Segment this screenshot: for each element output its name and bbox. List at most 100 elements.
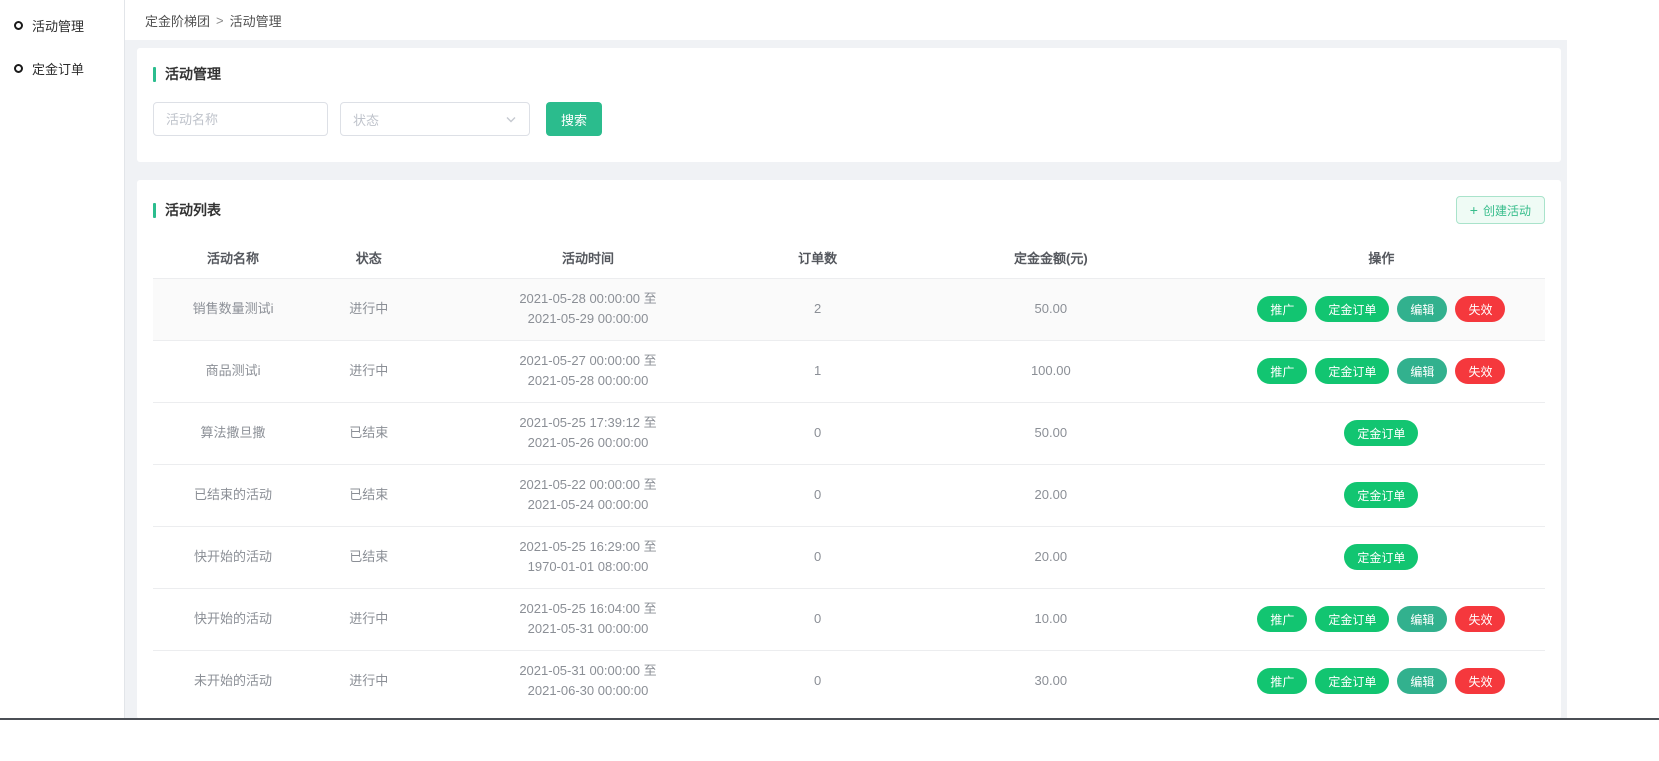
activity-time-cell: 2021-05-28 00:00:00 至2021-05-29 00:00:00 bbox=[424, 278, 751, 340]
order-count-cell: 0 bbox=[752, 526, 884, 588]
invalidate-button[interactable]: 失效 bbox=[1455, 358, 1505, 384]
deposit-amount-cell: 20.00 bbox=[884, 464, 1218, 526]
table-header-row: 活动名称状态活动时间订单数定金金额(元)操作 bbox=[153, 238, 1545, 278]
invalidate-button[interactable]: 失效 bbox=[1455, 296, 1505, 322]
column-header: 状态 bbox=[313, 238, 424, 278]
search-form: 状态 搜索 bbox=[153, 102, 1545, 136]
table-row: 算法撒旦撒已结束2021-05-25 17:39:12 至2021-05-26 … bbox=[153, 402, 1545, 464]
invalidate-button[interactable]: 失效 bbox=[1455, 606, 1505, 632]
activity-list-title: 活动列表 bbox=[153, 200, 221, 220]
deposit-orders-button[interactable]: 定金订单 bbox=[1315, 358, 1389, 384]
activity-time-cell: 2021-05-31 00:00:00 至2021-06-30 00:00:00 bbox=[424, 650, 751, 712]
activity-list-header: 活动列表 + 创建活动 bbox=[153, 196, 1545, 224]
column-header: 定金金额(元) bbox=[884, 238, 1218, 278]
actions-cell: 定金订单 bbox=[1218, 464, 1545, 526]
table-row: 快开始的活动进行中2021-05-25 16:04:00 至2021-05-31… bbox=[153, 588, 1545, 650]
circle-icon bbox=[14, 64, 23, 73]
column-header: 活动名称 bbox=[153, 238, 313, 278]
status-cell: 已结束 bbox=[313, 464, 424, 526]
activity-name-cell: 商品测试i bbox=[153, 340, 313, 402]
activity-time-cell: 2021-05-22 00:00:00 至2021-05-24 00:00:00 bbox=[424, 464, 751, 526]
breadcrumb-parent[interactable]: 定金阶梯团 bbox=[145, 11, 210, 30]
status-cell: 进行中 bbox=[313, 588, 424, 650]
deposit-orders-button[interactable]: 定金订单 bbox=[1315, 296, 1389, 322]
activity-name-cell: 快开始的活动 bbox=[153, 526, 313, 588]
status-select[interactable]: 状态 bbox=[340, 102, 530, 136]
edit-button[interactable]: 编辑 bbox=[1397, 668, 1447, 694]
edit-button[interactable]: 编辑 bbox=[1397, 606, 1447, 632]
search-button[interactable]: 搜索 bbox=[546, 102, 602, 136]
deposit-amount-cell: 20.00 bbox=[884, 526, 1218, 588]
breadcrumb: 定金阶梯团 > 活动管理 bbox=[125, 0, 1567, 40]
sidebar: 活动管理 定金订单 bbox=[0, 0, 125, 719]
plus-icon: + bbox=[1470, 203, 1478, 217]
deposit-amount-cell: 30.00 bbox=[884, 650, 1218, 712]
actions-cell: 推广定金订单编辑失效 bbox=[1218, 650, 1545, 712]
order-count-cell: 0 bbox=[752, 402, 884, 464]
deposit-orders-button[interactable]: 定金订单 bbox=[1315, 606, 1389, 632]
breadcrumb-current: 活动管理 bbox=[230, 11, 282, 30]
deposit-orders-button[interactable]: 定金订单 bbox=[1344, 420, 1418, 446]
status-cell: 进行中 bbox=[313, 650, 424, 712]
search-panel: 活动管理 状态 搜索 bbox=[137, 48, 1561, 162]
actions-cell: 推广定金订单编辑失效 bbox=[1218, 278, 1545, 340]
deposit-orders-button[interactable]: 定金订单 bbox=[1344, 544, 1418, 570]
activity-time-cell: 2021-05-25 16:04:00 至2021-05-31 00:00:00 bbox=[424, 588, 751, 650]
deposit-amount-cell: 50.00 bbox=[884, 402, 1218, 464]
sidebar-item-label: 定金订单 bbox=[32, 59, 84, 78]
chevron-down-icon bbox=[505, 113, 517, 125]
create-activity-button[interactable]: + 创建活动 bbox=[1456, 196, 1545, 224]
activity-name-cell: 未开始的活动 bbox=[153, 650, 313, 712]
title-accent-bar bbox=[153, 67, 156, 82]
activity-name-cell: 快开始的活动 bbox=[153, 588, 313, 650]
activity-time-cell: 2021-05-25 17:39:12 至2021-05-26 00:00:00 bbox=[424, 402, 751, 464]
actions-cell: 推广定金订单编辑失效 bbox=[1218, 588, 1545, 650]
deposit-orders-button[interactable]: 定金订单 bbox=[1315, 668, 1389, 694]
status-select-placeholder: 状态 bbox=[353, 110, 379, 129]
order-count-cell: 1 bbox=[752, 340, 884, 402]
activity-name-cell: 已结束的活动 bbox=[153, 464, 313, 526]
activity-list-panel: 活动列表 + 创建活动 活动名称状态活动时间订单数定金金额(元)操作 销售数量测… bbox=[137, 180, 1561, 719]
promote-button[interactable]: 推广 bbox=[1257, 358, 1307, 384]
status-cell: 已结束 bbox=[313, 402, 424, 464]
actions-cell: 定金订单 bbox=[1218, 526, 1545, 588]
order-count-cell: 0 bbox=[752, 588, 884, 650]
table-row: 销售数量测试i进行中2021-05-28 00:00:00 至2021-05-2… bbox=[153, 278, 1545, 340]
title-accent-bar bbox=[153, 203, 156, 218]
actions-cell: 推广定金订单编辑失效 bbox=[1218, 340, 1545, 402]
sidebar-item-label: 活动管理 bbox=[32, 16, 84, 35]
promote-button[interactable]: 推广 bbox=[1257, 606, 1307, 632]
column-header: 操作 bbox=[1218, 238, 1545, 278]
sidebar-item-activity-management[interactable]: 活动管理 bbox=[0, 4, 124, 47]
activity-name-cell: 销售数量测试i bbox=[153, 278, 313, 340]
activity-table: 活动名称状态活动时间订单数定金金额(元)操作 销售数量测试i进行中2021-05… bbox=[153, 238, 1545, 712]
table-row: 商品测试i进行中2021-05-27 00:00:00 至2021-05-28 … bbox=[153, 340, 1545, 402]
order-count-cell: 0 bbox=[752, 464, 884, 526]
deposit-amount-cell: 50.00 bbox=[884, 278, 1218, 340]
promote-button[interactable]: 推广 bbox=[1257, 668, 1307, 694]
table-row: 未开始的活动进行中2021-05-31 00:00:00 至2021-06-30… bbox=[153, 650, 1545, 712]
edit-button[interactable]: 编辑 bbox=[1397, 358, 1447, 384]
status-cell: 进行中 bbox=[313, 278, 424, 340]
deposit-amount-cell: 100.00 bbox=[884, 340, 1218, 402]
deposit-orders-button[interactable]: 定金订单 bbox=[1344, 482, 1418, 508]
order-count-cell: 2 bbox=[752, 278, 884, 340]
breadcrumb-separator: > bbox=[216, 13, 224, 28]
sidebar-item-deposit-orders[interactable]: 定金订单 bbox=[0, 47, 124, 90]
promote-button[interactable]: 推广 bbox=[1257, 296, 1307, 322]
activity-time-cell: 2021-05-25 16:29:00 至1970-01-01 08:00:00 bbox=[424, 526, 751, 588]
edit-button[interactable]: 编辑 bbox=[1397, 296, 1447, 322]
activity-name-cell: 算法撒旦撒 bbox=[153, 402, 313, 464]
actions-cell: 定金订单 bbox=[1218, 402, 1545, 464]
column-header: 活动时间 bbox=[424, 238, 751, 278]
table-body: 销售数量测试i进行中2021-05-28 00:00:00 至2021-05-2… bbox=[153, 278, 1545, 712]
circle-icon bbox=[14, 21, 23, 30]
app-window: 活动管理 定金订单 定金阶梯团 > 活动管理 活动管理 状态 bbox=[0, 0, 1567, 719]
order-count-cell: 0 bbox=[752, 650, 884, 712]
invalidate-button[interactable]: 失效 bbox=[1455, 668, 1505, 694]
content-area: 定金阶梯团 > 活动管理 活动管理 状态 搜索 bbox=[125, 0, 1567, 719]
deposit-amount-cell: 10.00 bbox=[884, 588, 1218, 650]
activity-name-input[interactable] bbox=[153, 102, 328, 136]
column-header: 订单数 bbox=[752, 238, 884, 278]
activity-time-cell: 2021-05-27 00:00:00 至2021-05-28 00:00:00 bbox=[424, 340, 751, 402]
